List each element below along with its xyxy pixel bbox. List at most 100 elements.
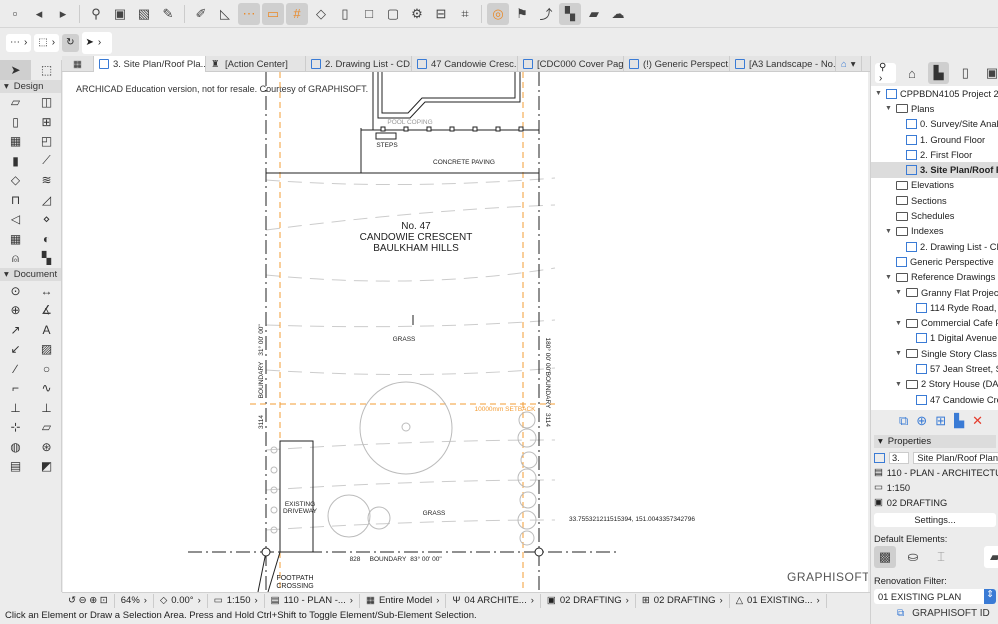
spline-tool[interactable]: ∿: [31, 379, 62, 399]
tab-5[interactable]: (!) Generic Perspect...: [624, 56, 730, 72]
snap-guides-icon[interactable]: ⋯: [238, 2, 260, 25]
undo-icon[interactable]: ◂: [28, 3, 50, 25]
default-fill-icon[interactable]: ▩: [874, 546, 896, 568]
navigator-item[interactable]: ▼ Reference Drawings: [871, 270, 998, 285]
default-column-icon[interactable]: ⌶: [930, 546, 952, 568]
polyline-tool[interactable]: ⌐: [0, 379, 31, 399]
tab-3[interactable]: 47 Candowie Cresc...: [412, 56, 518, 72]
tab-6[interactable]: [A3 Landscape - No...: [730, 56, 836, 72]
navigator-item[interactable]: 47 Candowie Cresc: [871, 392, 998, 407]
renovation-filter-select[interactable]: 01 EXISTING PLAN ⇕: [874, 589, 996, 604]
navigator-item[interactable]: Sections: [871, 193, 998, 208]
tab-menu-button[interactable]: ⌂ ▾: [836, 56, 862, 72]
hotspot-tool[interactable]: ⊹: [0, 418, 31, 438]
wall-tool[interactable]: ▱: [0, 93, 31, 113]
expand-triangle-icon[interactable]: ▼: [885, 228, 893, 235]
angle-dimension-tool[interactable]: ∡: [31, 301, 62, 321]
tab-2[interactable]: 2. Drawing List - CD...: [306, 56, 412, 72]
lamp-tool[interactable]: ⍝: [0, 249, 31, 269]
door-tool[interactable]: ▯: [0, 112, 31, 132]
marquee-icon[interactable]: ▣: [109, 3, 131, 25]
view-name-field[interactable]: Site Plan/Roof Plan: [913, 451, 998, 464]
marquee-mode-button[interactable]: ⬚ ›: [34, 33, 60, 52]
settings-icon[interactable]: ▙: [954, 413, 964, 429]
document-section-header[interactable]: ▾ Document: [0, 268, 61, 281]
corner-window-tool[interactable]: ▚: [31, 249, 62, 269]
text-tool[interactable]: A: [31, 320, 62, 340]
trace-toggle-icon[interactable]: ▚: [559, 2, 581, 25]
curtain-wall-tool[interactable]: ▦: [0, 132, 31, 152]
navigator-item[interactable]: 57 Jean Street, Sev: [871, 361, 998, 376]
project-map-icon[interactable]: ⌂: [902, 62, 923, 84]
line-tool[interactable]: ∕: [0, 359, 31, 379]
expand-triangle-icon[interactable]: ▼: [885, 105, 893, 112]
roof-tool[interactable]: ⊓: [0, 190, 31, 210]
renovation-icon[interactable]: ⚙: [406, 3, 428, 25]
open-folder-icon[interactable]: ▰: [984, 546, 998, 568]
object-tool[interactable]: ▦: [0, 229, 31, 249]
navigator-item[interactable]: 2. First Floor: [871, 147, 998, 162]
teamwork-icon[interactable]: ⚑: [511, 3, 533, 25]
stair-tool[interactable]: ◇: [0, 171, 31, 191]
new-view-icon[interactable]: ⊕: [916, 413, 927, 429]
layer-combination-icon[interactable]: □: [358, 3, 380, 25]
new-folder-icon[interactable]: ⧉: [899, 413, 908, 429]
mvo-value[interactable]: ▣ 02 DRAFTING ›: [541, 593, 636, 608]
graphisoft-id-button[interactable]: GRAPHISOFT ID: [912, 608, 990, 619]
reference-icon[interactable]: ▯: [334, 3, 356, 25]
selection-mode-button[interactable]: ⋯ ›: [6, 33, 32, 52]
expand-triangle-icon[interactable]: ▼: [895, 350, 903, 357]
find-select-icon[interactable]: ⚲: [85, 3, 107, 25]
layer-combination-value[interactable]: ▤ 110 - PLAN -... ›: [265, 593, 360, 608]
label-tool[interactable]: ↙: [0, 340, 31, 360]
worksheet-tool[interactable]: ◍: [0, 437, 31, 457]
flag-icon[interactable]: ⤴: [535, 3, 557, 25]
grid-snap-icon[interactable]: #: [286, 2, 308, 25]
lock-icon[interactable]: ▢: [382, 3, 404, 25]
drawing-tool[interactable]: ▱: [31, 418, 62, 438]
section-tool[interactable]: ⊥: [0, 398, 31, 418]
elevation-tool[interactable]: ⊥: [31, 398, 62, 418]
tab-overview-button[interactable]: ▦: [62, 56, 94, 72]
publish-icon[interactable]: ▰: [583, 3, 605, 25]
properties-header[interactable]: ▾ Properties: [874, 435, 996, 448]
shell-icon[interactable]: ◎: [487, 2, 509, 25]
measure-icon[interactable]: ⊟: [430, 3, 452, 25]
clone-icon[interactable]: ⊞: [935, 413, 946, 429]
arrow-tool-button[interactable]: ➤ ›: [81, 31, 112, 54]
expand-triangle-icon[interactable]: ▼: [895, 320, 903, 327]
renovation-value[interactable]: △ 01 EXISTING... ›: [730, 593, 827, 608]
navigator-item[interactable]: ▼2 Story House (DA) Pr: [871, 377, 998, 392]
navigator-item[interactable]: ▼ Plans: [871, 101, 998, 116]
slab-tool[interactable]: ⟋: [31, 151, 62, 171]
navigator-item[interactable]: ▼Commercial Cafe Proj: [871, 315, 998, 330]
navigator-item[interactable]: 3. Site Plan/Roof Plan: [871, 162, 998, 178]
morph-tool[interactable]: ◁: [0, 210, 31, 230]
dimension-value[interactable]: ⊞ 02 DRAFTING ›: [636, 593, 730, 608]
expand-triangle-icon[interactable]: ▼: [895, 381, 903, 388]
plan-canvas[interactable]: ARCHICAD Education version, not for resa…: [63, 72, 868, 592]
scale-value[interactable]: ▭ 1:150 ›: [208, 593, 265, 608]
guide-lines-icon[interactable]: ◺: [214, 3, 236, 25]
rotate-button[interactable]: ↻: [62, 33, 79, 52]
expand-triangle-icon[interactable]: ▼: [895, 289, 903, 296]
zoom-value[interactable]: 64% ›: [115, 593, 154, 608]
view-id-field[interactable]: 3.: [889, 451, 910, 464]
settings-button[interactable]: Settings...: [874, 513, 996, 527]
figure-tool[interactable]: ◩: [31, 457, 62, 477]
angle-value[interactable]: ◇ 0.00° ›: [154, 593, 208, 608]
tab-1[interactable]: ♜ [Action Center]: [206, 56, 306, 72]
3d-window-icon[interactable]: ▧: [133, 3, 155, 25]
radial-dimension-tool[interactable]: ⊕: [0, 301, 31, 321]
navigator-item[interactable]: ▼Single Story Class 1 a: [871, 346, 998, 361]
arrow-tool[interactable]: ➤: [0, 60, 31, 80]
model-view-value[interactable]: ▦ Entire Model ›: [360, 593, 447, 608]
design-section-header[interactable]: ▾ Design: [0, 79, 61, 93]
mesh-tool[interactable]: ⋄: [31, 210, 62, 230]
navigator-item[interactable]: Generic Perspective: [871, 254, 998, 269]
trace-icon[interactable]: ◇: [310, 3, 332, 25]
pen-set-value[interactable]: Ψ 04 ARCHITE... ›: [446, 593, 541, 608]
view-map-icon[interactable]: ▙: [928, 62, 949, 84]
marquee-tool[interactable]: ⬚: [31, 60, 62, 80]
publisher-icon[interactable]: ▣: [982, 62, 998, 84]
